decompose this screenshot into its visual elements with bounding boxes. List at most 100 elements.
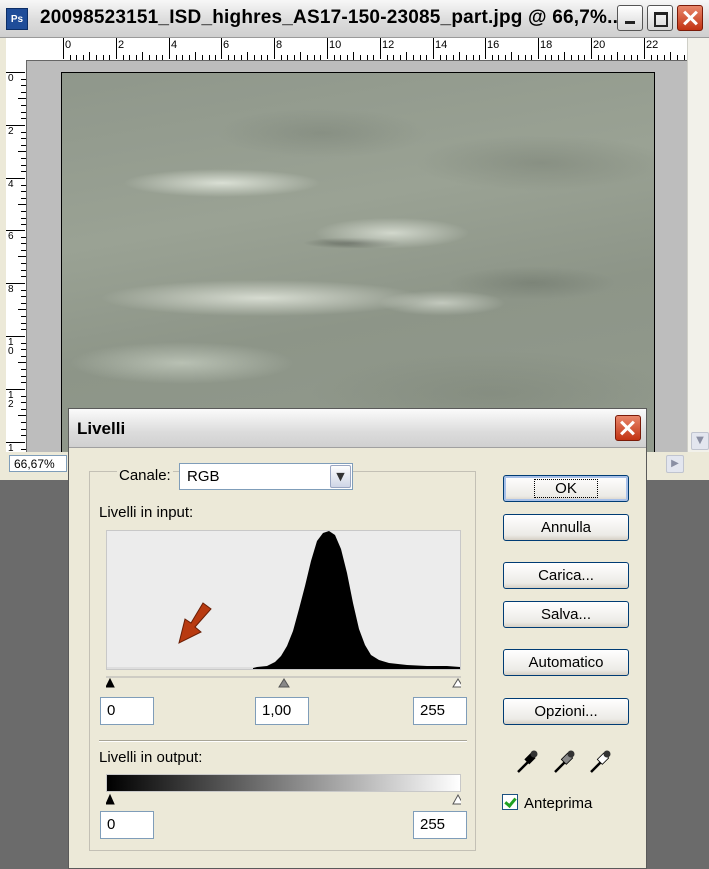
ruler-label: 10 [8,337,14,357]
ruler-minor-tick [598,55,599,60]
ruler-minor-tick [21,145,26,146]
ruler-minor-tick [21,409,26,410]
ruler-minor-tick [182,55,183,60]
input-gamma-slider-handle[interactable] [278,678,290,688]
output-black-field[interactable]: 0 [100,811,154,839]
ruler-minor-tick [267,55,268,60]
ruler-minor-tick [21,396,26,397]
ruler-major-tick [380,38,381,59]
ok-button-label: OK [534,479,598,498]
ok-button[interactable]: OK [503,475,629,502]
white-eyedropper-icon[interactable] [588,749,612,775]
dialog-title-bar[interactable]: Livelli [69,409,646,448]
ruler-minor-tick [123,55,124,60]
chevron-down-icon[interactable]: ▼ [330,465,351,488]
ruler-minor-tick [142,52,143,60]
close-window-button[interactable] [677,5,703,31]
ruler-minor-tick [525,55,526,60]
ruler-minor-tick [367,55,368,60]
output-levels-slider[interactable] [106,792,461,806]
ruler-minor-tick [21,243,26,244]
auto-button[interactable]: Automatico [503,649,629,676]
ruler-minor-tick [373,55,374,60]
ruler-minor-tick [21,198,26,199]
levels-dialog: Livelli Canale: RGB ▼ Livelli in input: … [68,408,647,869]
ruler-minor-tick [202,55,203,60]
input-black-field[interactable]: 0 [100,697,154,725]
zoom-level-field[interactable]: 66,67% [9,455,67,472]
ruler-minor-tick [420,55,421,60]
ruler-minor-tick [254,55,255,60]
vertical-scrollbar[interactable]: ▼ [687,38,709,452]
ruler-label: 18 [540,39,553,51]
vertical-ruler[interactable]: 0 2 4 6 8 10 12 1 [6,60,27,452]
ruler-minor-tick [413,55,414,60]
ruler-minor-tick [21,118,26,119]
ruler-label: 8 [8,284,14,295]
ruler-minor-tick [21,402,26,403]
ruler-minor-tick [531,55,532,60]
preview-label[interactable]: Anteprima [524,795,592,812]
minimize-button[interactable] [617,5,643,31]
ruler-minor-tick [234,55,235,60]
input-gamma-field[interactable]: 1,00 [255,697,309,725]
ruler-minor-tick [624,55,625,60]
scroll-right-arrow-icon[interactable]: ▶ [666,455,684,473]
gray-eyedropper-icon[interactable] [552,749,576,775]
black-eyedropper-icon[interactable] [515,749,539,775]
dialog-close-button[interactable] [615,415,641,441]
input-black-slider-handle[interactable] [106,677,115,688]
ruler-minor-tick [21,112,26,113]
ruler-minor-tick [473,55,474,60]
ruler-minor-tick [21,158,26,159]
input-white-field[interactable]: 255 [413,697,467,725]
load-button[interactable]: Carica... [503,562,629,589]
ruler-minor-tick [21,296,26,297]
ruler-minor-tick [18,151,26,152]
ruler-major-tick [538,38,539,59]
input-white-slider-handle[interactable] [452,678,461,688]
preview-checkbox[interactable] [502,794,518,810]
options-button[interactable]: Opzioni... [503,698,629,725]
maximize-button[interactable] [647,5,673,31]
cancel-button[interactable]: Annulla [503,514,629,541]
ruler-minor-tick [406,52,407,60]
ruler-label: 22 [646,39,659,51]
scroll-down-arrow-icon[interactable]: ▼ [691,432,709,450]
ruler-minor-tick [89,52,90,60]
ruler-label: 2 [8,126,14,137]
output-white-slider-handle[interactable] [452,793,461,805]
ruler-minor-tick [21,85,26,86]
ruler-label: 10 [329,39,342,51]
ruler-minor-tick [518,55,519,60]
ruler-minor-tick [21,449,26,450]
horizontal-ruler[interactable]: 0 2 4 6 8 10 12 14 16 18 20 22 [26,38,687,61]
ruler-corner[interactable] [6,38,27,61]
ruler-minor-tick [545,55,546,60]
ruler-minor-tick [21,376,26,377]
input-levels-label: Livelli in input: [99,504,194,521]
ruler-minor-tick [176,55,177,60]
histogram-graph [107,531,460,669]
ruler-label: 12 [8,390,14,410]
ruler-minor-tick [578,55,579,60]
ruler-minor-tick [307,55,308,60]
ruler-minor-tick [657,55,658,60]
ruler-minor-tick [76,55,77,60]
document-title-bar[interactable]: Ps 20098523151_ISD_highres_AS17-150-2308… [0,0,709,38]
output-white-field[interactable]: 255 [413,811,467,839]
save-button[interactable]: Salva... [503,601,629,628]
input-levels-slider[interactable] [106,674,461,690]
ruler-minor-tick [21,250,26,251]
ruler-minor-tick [228,55,229,60]
ruler-label: 6 [223,39,230,51]
histogram [106,530,461,670]
ruler-minor-tick [631,55,632,60]
ruler-minor-tick [21,435,26,436]
ruler-label: 4 [171,39,178,51]
ruler-minor-tick [281,55,282,60]
lunar-surface-image[interactable] [61,72,655,452]
channel-select[interactable]: RGB ▼ [179,463,353,490]
canvas-area[interactable] [27,61,687,452]
output-black-slider-handle[interactable] [106,793,115,805]
